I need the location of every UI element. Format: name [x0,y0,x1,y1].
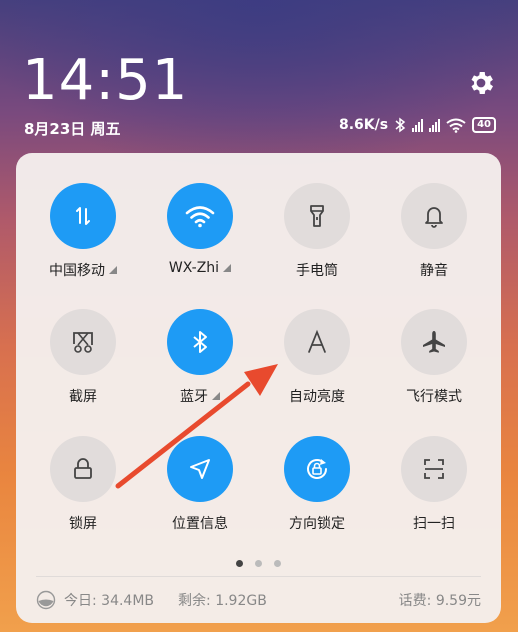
toggle-label: 手电筒 [259,260,375,280]
toggle-button[interactable] [50,436,116,502]
toggle-label: 中国移动 [25,260,141,280]
toggle-label: 飞行模式 [376,386,492,406]
scan-icon [421,456,447,482]
toggle-tile[interactable]: 中国移动 [25,183,141,280]
location-icon [187,456,213,482]
toggle-tile[interactable]: 方向锁定 [259,436,375,533]
screenshot-icon [70,329,96,355]
toggle-button[interactable] [50,309,116,375]
toggle-label: WX-Zhi [142,260,258,276]
toggle-label: 方向锁定 [259,513,375,533]
toggle-button[interactable] [401,436,467,502]
toggle-label-text: 位置信息 [172,516,228,532]
toggle-button[interactable] [401,309,467,375]
toggle-label-text: 方向锁定 [289,516,345,532]
divider [36,576,481,577]
toggle-tile[interactable]: 静音 [376,183,492,280]
signal-hd-1-icon [412,118,424,132]
settings-gear-icon[interactable] [466,68,496,98]
toggle-tile[interactable]: 飞行模式 [376,309,492,406]
auto-brightness-icon [304,329,330,355]
toggle-label: 锁屏 [25,513,141,533]
status-bar: 8.6K/s 40 [339,117,496,133]
toggle-button[interactable] [50,183,116,249]
toggle-label-text: 静音 [420,263,448,279]
toggle-label: 扫一扫 [376,513,492,533]
toggle-label-text: 蓝牙 [180,389,208,405]
data-transfer-icon [71,204,95,228]
date-label: 8月23日 周五 [24,120,121,138]
toggle-button[interactable] [284,436,350,502]
toggle-tile[interactable]: 截屏 [25,309,141,406]
bluetooth-icon [190,329,210,355]
airplane-icon [421,329,447,355]
data-usage-icon [36,590,56,610]
signal-hd-2-icon [429,118,441,132]
toggle-button[interactable] [167,436,233,502]
toggle-label-text: 截屏 [69,389,97,405]
toggle-tile[interactable]: 位置信息 [142,436,258,533]
expand-corner-icon[interactable] [223,264,232,272]
toggle-button[interactable] [167,309,233,375]
toggle-button[interactable] [284,183,350,249]
toggle-label-text: 中国移动 [49,263,105,279]
toggle-label-text: WX-Zhi [168,260,220,276]
toggle-tile[interactable]: 自动亮度 [259,309,375,406]
bluetooth-status-icon [395,117,406,133]
toggle-tile[interactable]: 手电筒 [259,183,375,280]
network-speed: 8.6K/s [338,117,389,133]
remaining-data: 剩余: 1.92GB [178,593,267,609]
lock-icon [71,456,95,482]
toggle-label-text: 锁屏 [69,516,97,532]
page-dot[interactable] [236,560,243,567]
expand-corner-icon[interactable] [109,266,117,274]
toggle-label: 自动亮度 [259,386,375,406]
today-usage: 今日: 34.4MB [64,593,155,609]
toggle-button[interactable] [284,309,350,375]
rotation-lock-icon [303,455,331,483]
battery-indicator: 40 [472,117,496,133]
toggle-tile[interactable]: 锁屏 [25,436,141,533]
clock-time: 14:51 [22,48,189,113]
toggle-label-text: 自动亮度 [289,389,345,405]
wifi-icon [185,204,215,228]
quick-settings-panel: 中国移动 WX-Zhi 手电筒 静音截屏 蓝牙 自动亮度 飞行模式锁屏 位置信息 方向锁定 扫一扫… [16,153,501,623]
toggle-label: 位置信息 [142,513,258,533]
bell-icon [422,203,446,229]
page-dot[interactable] [274,560,281,567]
toggle-label-text: 飞行模式 [406,389,462,405]
toggle-button[interactable] [167,183,233,249]
page-dot[interactable] [255,560,262,567]
toggle-label: 截屏 [25,386,141,406]
toggle-label: 静音 [376,260,492,280]
wifi-status-icon [446,118,466,133]
toggle-tile[interactable]: 蓝牙 [142,309,258,406]
data-usage-footer[interactable]: 今日: 34.4MB 剩余: 1.92GB 话费: 9.59元 [36,590,481,610]
toggle-label: 蓝牙 [142,386,258,406]
toggle-label-text: 扫一扫 [413,516,455,532]
toggle-button[interactable] [401,183,467,249]
toggle-label-text: 手电筒 [296,263,338,279]
page-indicator [16,560,501,567]
expand-corner-icon[interactable] [212,392,220,400]
phone-balance: 话费: 9.59元 [398,593,481,609]
flashlight-icon [305,203,329,229]
toggle-tile[interactable]: 扫一扫 [376,436,492,533]
toggle-tile[interactable]: WX-Zhi [142,183,258,276]
